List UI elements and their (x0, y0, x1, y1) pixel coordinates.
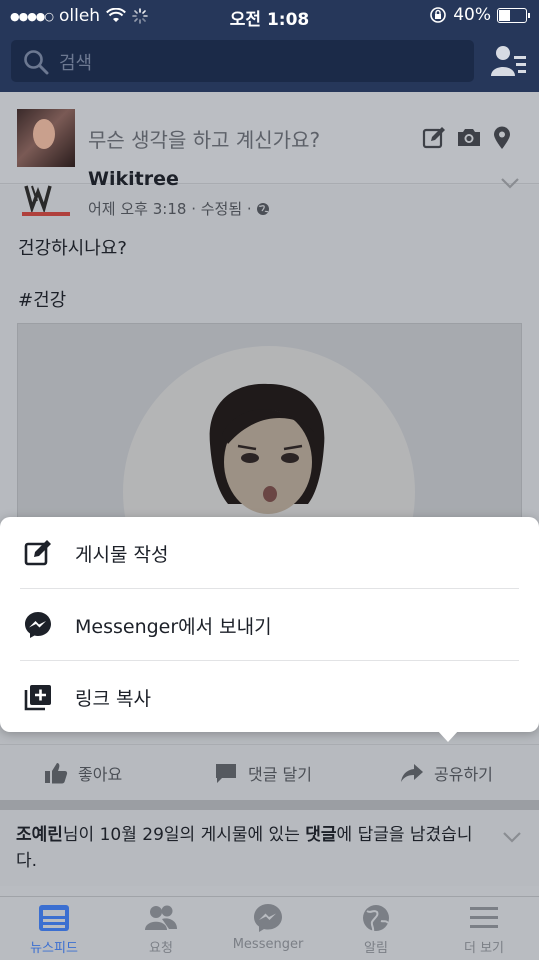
post-author-name[interactable]: Wikitree (88, 168, 179, 190)
rotation-lock-icon (430, 7, 447, 23)
wikitree-logo[interactable] (20, 182, 72, 220)
status-bar: ●●●●○ olleh 오전 1:08 40% (0, 0, 539, 32)
notification-user-name[interactable]: 조예린 (16, 825, 63, 845)
search-icon (24, 50, 49, 75)
composer-placeholder[interactable]: 무슨 생각을 하고 계신가요? (88, 124, 320, 153)
friend-requests-icon (145, 905, 177, 930)
friends-list-icon[interactable] (490, 44, 528, 78)
thumbs-up-icon (45, 763, 68, 784)
like-button[interactable]: 좋아요 (44, 761, 122, 785)
search-input[interactable]: 검색 (11, 40, 474, 82)
comment-icon (216, 764, 236, 783)
edit-icon[interactable] (422, 126, 446, 150)
tab-label: 알림 (364, 941, 388, 956)
comment-label: 댓글 달기 (248, 765, 312, 784)
top-navigation-bar: ●●●●○ olleh 오전 1:08 40% 검색 (0, 0, 539, 92)
tab-more[interactable]: 더 보기 (434, 903, 534, 956)
share-label: 공유하기 (434, 765, 493, 784)
post-text-line: 건강하시나요? (18, 238, 127, 259)
globe-notifications-icon (363, 905, 389, 932)
edit-icon (24, 540, 51, 566)
tab-notifications[interactable]: 알림 (326, 903, 426, 956)
share-menu-item-copy-link[interactable]: 링크 복사 (0, 661, 539, 732)
share-menu-item-write-post[interactable]: 게시물 작성 (0, 517, 539, 588)
share-button[interactable]: 공유하기 (400, 761, 493, 785)
tab-requests[interactable]: 요청 (111, 903, 211, 956)
share-arrow-icon (401, 764, 423, 782)
share-menu-item-label: 링크 복사 (75, 688, 151, 710)
share-menu-item-label: 게시물 작성 (75, 544, 169, 566)
tab-label: 더 보기 (463, 941, 504, 956)
location-icon[interactable] (492, 126, 512, 150)
avatar[interactable] (17, 109, 75, 167)
bottom-tab-bar: 뉴스피드 요청 Messenger 알림 더 보기 (0, 896, 539, 960)
share-menu-item-messenger[interactable]: Messenger에서 보내기 (0, 589, 539, 660)
share-menu: 게시물 작성 Messenger에서 보내기 링크 복사 (0, 517, 539, 732)
like-label: 좋아요 (78, 765, 123, 784)
tab-label: 요청 (149, 941, 173, 956)
menu-icon (470, 907, 498, 928)
news-feed-icon (39, 905, 69, 931)
tab-news-feed[interactable]: 뉴스피드 (4, 903, 104, 956)
illustration-woman (209, 383, 325, 514)
post-image[interactable] (17, 323, 522, 523)
post-actions: 좋아요 댓글 달기 공유하기 (0, 744, 539, 800)
globe-icon (256, 202, 269, 215)
copy-link-icon (24, 685, 51, 711)
feed-separator (0, 800, 539, 810)
tab-label: 뉴스피드 (30, 941, 78, 956)
battery-percent: 40% (453, 5, 491, 25)
notification-text[interactable]: 조예린님이 10월 29일의 게시물에 있는 댓글에 답글을 남겼습니다. (16, 822, 486, 874)
tab-messenger[interactable]: Messenger (218, 903, 318, 952)
messenger-icon (25, 612, 51, 638)
tab-label: Messenger (232, 937, 304, 952)
post-timestamp: 어제 오후 3:18 · 수정됨 · (88, 200, 252, 218)
share-menu-item-label: Messenger에서 보내기 (75, 616, 272, 638)
search-placeholder: 검색 (59, 53, 93, 74)
post-options-chevron-icon[interactable] (500, 176, 520, 190)
comment-button[interactable]: 댓글 달기 (214, 761, 312, 785)
post-meta: 어제 오후 3:18 · 수정됨 · (88, 198, 270, 219)
notification-options-chevron-icon[interactable] (502, 830, 522, 844)
camera-icon[interactable] (456, 126, 482, 148)
battery-icon (497, 7, 530, 23)
share-menu-pointer (437, 730, 459, 742)
post-hashtag[interactable]: #건강 (18, 286, 66, 312)
messenger-icon (254, 904, 282, 932)
